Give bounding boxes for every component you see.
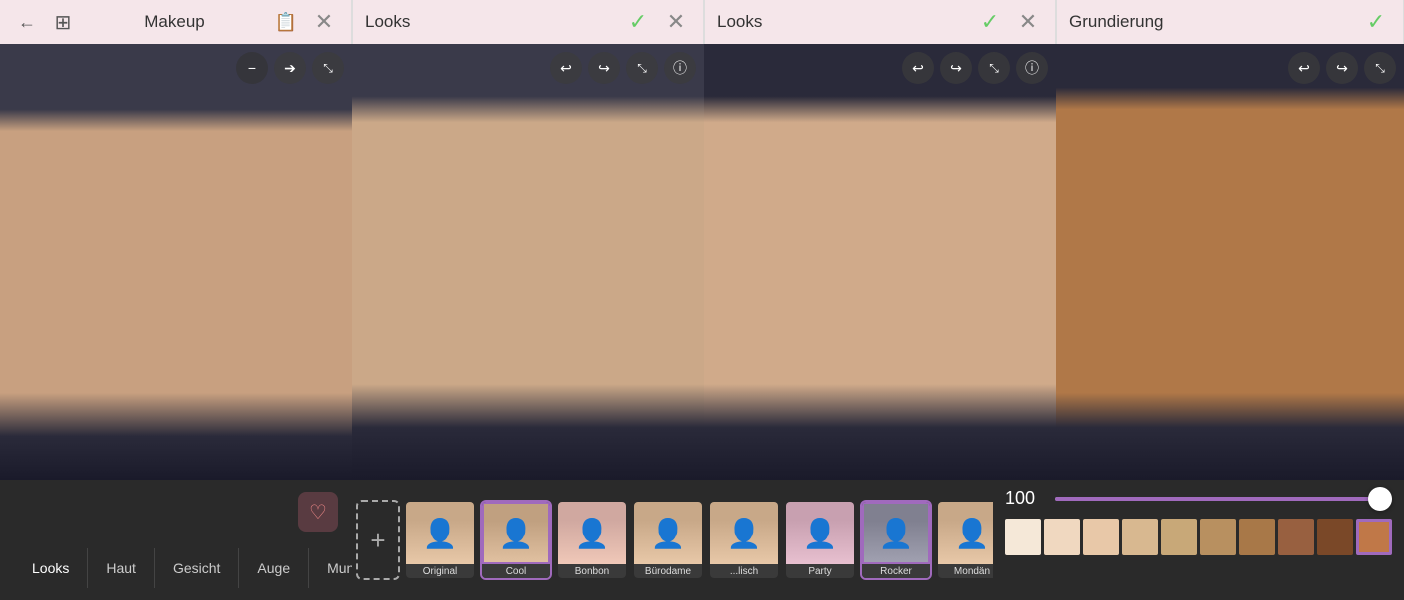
look-thumb-modan[interactable]: 👤 Mondän [936,500,993,580]
bottom-panel-1: ♡ Looks Haut Gesicht Auge Mund [0,480,352,600]
color-swatch-5[interactable] [1200,519,1236,555]
grundierung-section-header: Grundierung ✓ [1056,0,1404,44]
opacity-slider-track[interactable] [1055,497,1392,501]
makeup-title: Makeup [144,12,204,32]
look-face-bonbon: 👤 [558,502,626,564]
look-label-cool: Cool [482,564,550,580]
look-thumb-cool[interactable]: 👤 Cool [480,500,552,580]
looks2-title: Looks [717,12,762,32]
redo-icon-3[interactable]: ↪ [940,52,972,84]
top-bar: ← ⊞ Makeup 📋 ✕ Looks ✓ ✕ Looks ✓ ✕ Grund… [0,0,1404,44]
doc-icon[interactable]: 📋 [271,7,301,37]
look-label-bonbon: Bonbon [558,564,626,580]
crop-icon-1[interactable]: ⤡ [312,52,344,84]
looks1-close-button[interactable]: ✕ [661,7,691,37]
color-swatches [1005,519,1392,555]
look-label-modan: Mondän [938,564,993,580]
look-thumb-rocker[interactable]: 👤 Rocker [860,500,932,580]
bottom-tabs: Looks Haut Gesicht Auge Mund [14,548,338,588]
panel3-overlay: ↩ ↪ ⤡ ⓘ [704,52,1056,84]
looks2-close-button[interactable]: ✕ [1013,7,1043,37]
look-face-original: 👤 [406,502,474,564]
redo-icon-4[interactable]: ↪ [1326,52,1358,84]
opacity-slider-row: 100 [1005,488,1392,509]
face-panel-4: ↩ ↪ ⤡ [1056,44,1404,480]
crop-icon-4[interactable]: ⤡ [1364,52,1396,84]
look-thumb-party[interactable]: 👤 Party [784,500,856,580]
tab-looks[interactable]: Looks [14,548,88,588]
color-swatch-2[interactable] [1083,519,1119,555]
crop-icon-3[interactable]: ⤡ [978,52,1010,84]
redo-icon-1[interactable]: ➔ [274,52,306,84]
undo-icon-3[interactable]: ↩ [902,52,934,84]
looks2-check-button[interactable]: ✓ [975,7,1005,37]
look-label-party: Party [786,564,854,580]
looks2-section-header: Looks ✓ ✕ [704,0,1056,44]
grundierung-check-button[interactable]: ✓ [1361,7,1391,37]
undo-icon-2[interactable]: ↩ [550,52,582,84]
add-look-button[interactable]: + [356,500,400,580]
grundierung-title: Grundierung [1069,12,1164,32]
face-panel-3: ↩ ↪ ⤡ ⓘ [704,44,1056,480]
panel4-overlay: ↩ ↪ ⤡ [1056,52,1404,84]
slider-thumb[interactable] [1368,487,1392,511]
face-image-3 [704,44,1056,480]
back-button[interactable]: ← [12,7,42,37]
panel2-overlay: ↩ ↪ ⤡ ⓘ [352,52,704,84]
look-label-lisch: ...lisch [710,564,778,580]
color-swatch-3[interactable] [1122,519,1158,555]
face-image-4 [1056,44,1404,480]
color-swatch-1[interactable] [1044,519,1080,555]
makeup-section-header: ← ⊞ Makeup 📋 ✕ [0,0,352,44]
undo-icon-1[interactable]: − [236,52,268,84]
looks1-check-button[interactable]: ✓ [623,7,653,37]
face-panel-2: ↩ ↪ ⤡ ⓘ [352,44,704,480]
look-face-burodame: 👤 [634,502,702,564]
look-face-rocker: 👤 [862,502,930,564]
look-face-lisch: 👤 [710,502,778,564]
tab-gesicht[interactable]: Gesicht [155,548,239,588]
color-swatch-7[interactable] [1278,519,1314,555]
look-thumb-original[interactable]: 👤 Original [404,500,476,580]
face-panel-1: − ➔ ⤡ [0,44,352,480]
color-swatch-4[interactable] [1161,519,1197,555]
color-swatch-9[interactable] [1356,519,1392,555]
look-thumb-bonbon[interactable]: 👤 Bonbon [556,500,628,580]
panel1-overlay: − ➔ ⤡ [0,52,352,84]
face-image-1 [0,44,352,480]
undo-icon-4[interactable]: ↩ [1288,52,1320,84]
tab-auge[interactable]: Auge [239,548,309,588]
tab-haut[interactable]: Haut [88,548,155,588]
look-label-original: Original [406,564,474,580]
face-image-2 [352,44,704,480]
looks1-title: Looks [365,12,410,32]
look-face-cool: 👤 [482,502,550,564]
grundierung-panel: 100 [993,480,1404,600]
bottom-area: ♡ Looks Haut Gesicht Auge Mund + 👤 Origi… [0,480,1404,600]
grid-icon[interactable]: ⊞ [48,7,78,37]
color-swatch-8[interactable] [1317,519,1353,555]
crop-icon-2[interactable]: ⤡ [626,52,658,84]
looks-thumbnails-area: + 👤 Original 👤 Cool 👤 Bonbon 👤 Bürodame … [352,480,993,600]
redo-icon-2[interactable]: ↪ [588,52,620,84]
look-label-rocker: Rocker [862,564,930,580]
looks1-section-header: Looks ✓ ✕ [352,0,704,44]
slider-value-label: 100 [1005,488,1045,509]
info-icon-3[interactable]: ⓘ [1016,52,1048,84]
makeup-close-button[interactable]: ✕ [309,7,339,37]
heart-button[interactable]: ♡ [298,492,338,532]
look-thumb-burodame[interactable]: 👤 Bürodame [632,500,704,580]
look-label-burodame: Bürodame [634,564,702,580]
main-content: − ➔ ⤡ ↩ ↪ ⤡ ⓘ ↩ ↪ ⤡ ⓘ ↩ ↪ ⤡ [0,44,1404,480]
look-face-modan: 👤 [938,502,993,564]
look-thumb-lisch[interactable]: 👤 ...lisch [708,500,780,580]
look-face-party: 👤 [786,502,854,564]
color-swatch-6[interactable] [1239,519,1275,555]
info-icon-2[interactable]: ⓘ [664,52,696,84]
color-swatch-0[interactable] [1005,519,1041,555]
slider-fill [1055,497,1392,501]
